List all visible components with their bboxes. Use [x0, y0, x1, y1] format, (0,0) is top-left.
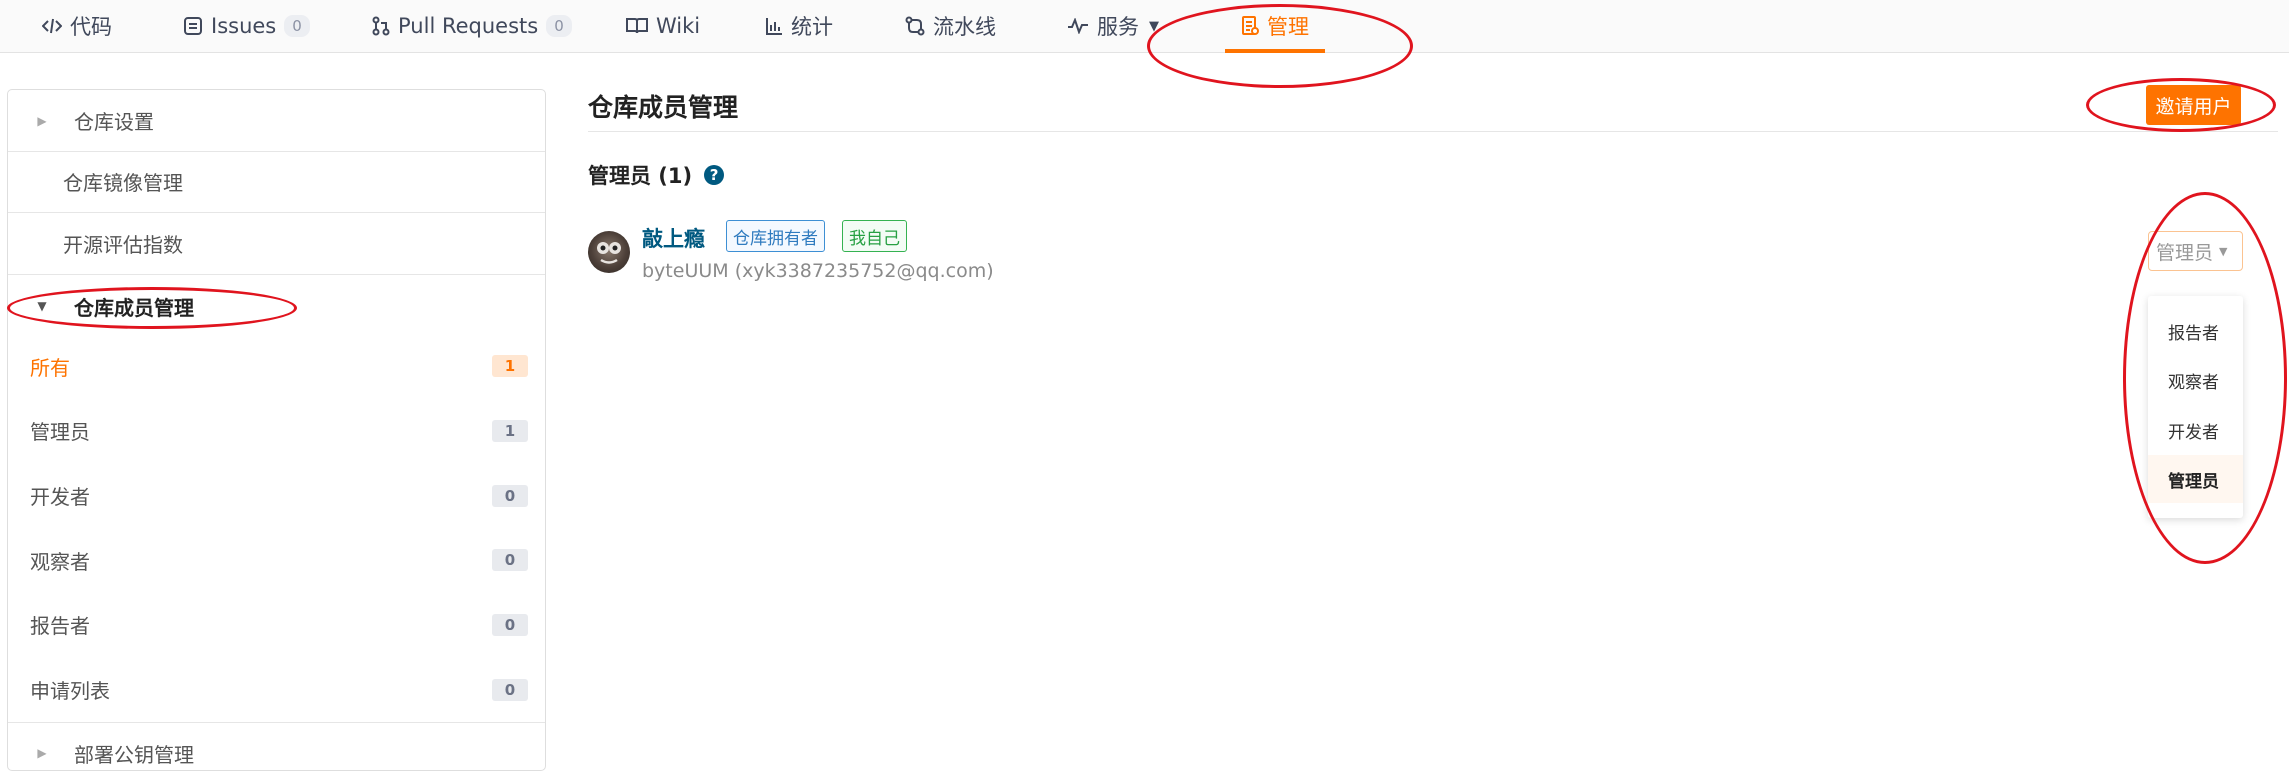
caret-right-icon: ▶	[37, 113, 47, 128]
sidebar-item-repo-mirror[interactable]: 仓库镜像管理	[8, 151, 545, 213]
tab-issues[interactable]: Issues 0	[183, 0, 310, 52]
filter-count-badge: 0	[492, 549, 528, 571]
sidebar-item-label: 仓库镜像管理	[63, 171, 183, 195]
tab-pull-requests-label: Pull Requests	[398, 14, 539, 38]
help-icon[interactable]: ?	[704, 165, 725, 185]
tab-manage[interactable]: 管理	[1225, 0, 1325, 53]
repo-nav-bar: 代码 Issues 0 Pull Requests 0 Wiki 统计 流水线 …	[0, 0, 2289, 53]
filter-label: 观察者	[30, 549, 90, 574]
members-filter-requests[interactable]: 申请列表 0	[8, 657, 545, 723]
tab-manage-label: 管理	[1267, 15, 1309, 39]
sidebar-group-label: 部署公钥管理	[74, 742, 194, 767]
page-title: 仓库成员管理	[588, 93, 739, 122]
members-filter-observer[interactable]: 观察者 0	[8, 528, 545, 592]
pipeline-icon	[905, 16, 925, 36]
sidebar-item-open-source-index[interactable]: 开源评估指数	[8, 213, 545, 275]
avatar[interactable]	[588, 231, 630, 273]
sidebar-group-label: 仓库设置	[74, 110, 154, 134]
chart-icon	[766, 18, 782, 35]
caret-right-icon: ▶	[37, 746, 47, 760]
filter-count-badge: 0	[492, 613, 528, 636]
tab-pipeline[interactable]: 流水线	[905, 0, 996, 52]
role-dropdown-menu: 报告者 观察者 开发者 管理员	[2148, 296, 2243, 518]
tab-services[interactable]: 服务 ▼	[1067, 0, 1159, 52]
admin-section-title: 管理员 (1) ?	[588, 160, 725, 190]
member-role-select[interactable]: 管理员 ▼	[2148, 231, 2243, 271]
filter-count-badge: 0	[492, 484, 528, 507]
filter-label: 报告者	[30, 614, 90, 638]
code-icon	[42, 18, 62, 34]
pull-requests-count-badge: 0	[546, 15, 572, 37]
filter-count-badge: 0	[492, 678, 528, 701]
members-filter-reporter[interactable]: 报告者 0	[8, 592, 545, 657]
tab-statistics-label: 统计	[791, 15, 833, 39]
filter-label: 开发者	[30, 485, 90, 509]
tab-services-label: 服务	[1097, 15, 1139, 39]
tab-wiki-label: Wiki	[656, 14, 701, 38]
sidebar-group-repo-settings[interactable]: ▶ 仓库设置	[8, 90, 545, 152]
invite-user-button[interactable]: 邀请用户	[2146, 85, 2241, 125]
tab-code[interactable]: 代码	[42, 0, 112, 52]
tab-wiki[interactable]: Wiki	[626, 0, 700, 52]
filter-count-badge: 1	[492, 355, 528, 377]
members-filter-admin[interactable]: 管理员 1	[8, 398, 545, 463]
avatar-face-icon	[597, 242, 621, 264]
issues-icon	[184, 17, 202, 35]
filter-count-badge: 1	[492, 419, 528, 442]
role-option-observer[interactable]: 观察者	[2148, 356, 2243, 404]
tab-issues-label: Issues	[211, 14, 277, 38]
title-divider	[588, 131, 2278, 132]
wiki-icon	[626, 18, 648, 34]
members-filter-developer[interactable]: 开发者 0	[8, 463, 545, 528]
role-option-reporter[interactable]: 报告者	[2148, 307, 2243, 355]
manage-icon	[1242, 16, 1259, 35]
caret-down-icon: ▼	[37, 299, 47, 313]
role-select-value: 管理员	[2156, 241, 2214, 264]
settings-sidebar: ▶ 仓库设置 仓库镜像管理 开源评估指数 ▼ 仓库成员管理 所有 1 管理员 1…	[7, 89, 546, 771]
member-name-link[interactable]: 敲上瘾	[642, 223, 705, 253]
sidebar-item-label: 开源评估指数	[63, 233, 183, 257]
tab-statistics[interactable]: 统计	[765, 0, 833, 52]
members-filter-all[interactable]: 所有 1	[8, 334, 545, 398]
tab-pull-requests[interactable]: Pull Requests 0	[372, 0, 572, 52]
member-username-email: byteUUM (xyk3387235752@qq.com)	[642, 260, 994, 282]
tab-pipeline-label: 流水线	[933, 15, 996, 39]
role-option-admin[interactable]: 管理员	[2148, 455, 2243, 503]
filter-label: 申请列表	[30, 679, 110, 703]
section-title-text: 管理员 (1)	[588, 164, 693, 188]
tab-code-label: 代码	[70, 15, 112, 39]
pull-request-icon	[372, 16, 390, 36]
chevron-down-icon: ▼	[1149, 18, 1159, 34]
filter-label: 所有	[30, 355, 70, 380]
service-icon	[1068, 18, 1088, 34]
sidebar-group-label: 仓库成员管理	[74, 295, 194, 320]
sidebar-group-members[interactable]: ▼ 仓库成员管理	[8, 275, 545, 337]
caret-down-icon: ▼	[2219, 244, 2228, 258]
role-option-developer[interactable]: 开发者	[2148, 406, 2243, 454]
sidebar-group-deploy-keys[interactable]: ▶ 部署公钥管理	[8, 722, 545, 770]
repo-owner-tag: 仓库拥有者	[726, 220, 825, 252]
issues-count-badge: 0	[284, 15, 310, 37]
myself-tag: 我自己	[842, 220, 907, 252]
filter-label: 管理员	[30, 420, 90, 444]
